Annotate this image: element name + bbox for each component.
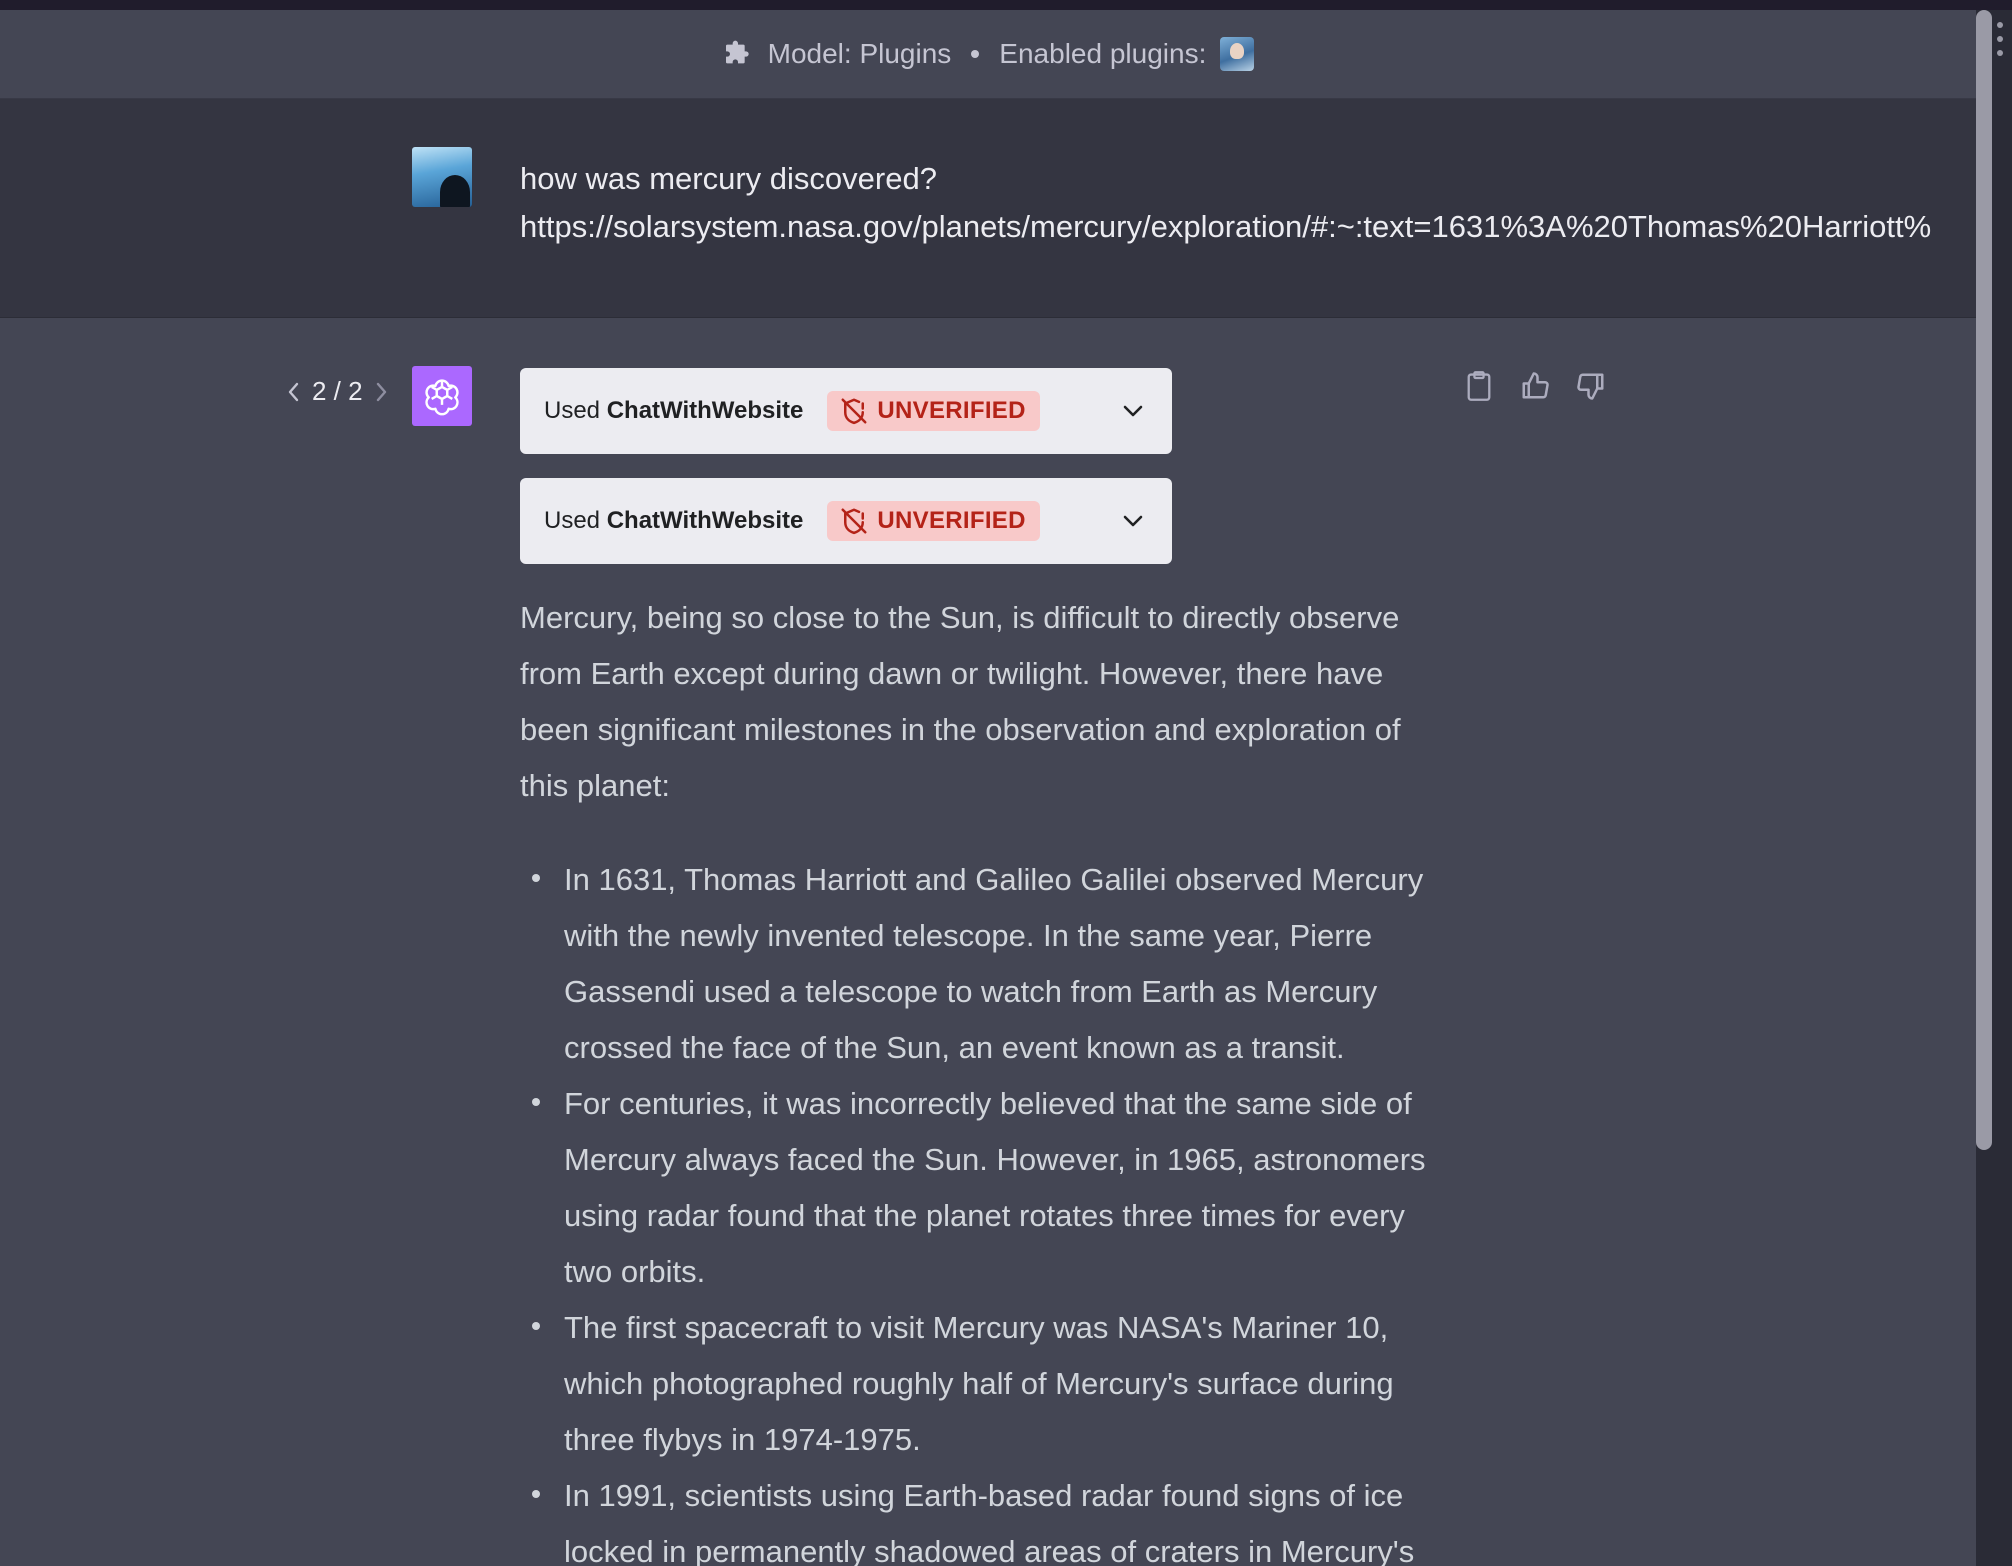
clipboard-icon[interactable] <box>1464 370 1494 402</box>
more-options-icon[interactable] <box>1996 22 2004 56</box>
pager-count: 2 / 2 <box>312 376 363 406</box>
model-label: Model: Plugins <box>767 38 952 69</box>
list-item: For centuries, it was incorrectly believ… <box>520 1076 1440 1300</box>
plugin-call-label: Used ChatWithWebsite <box>544 507 803 535</box>
user-message-line: how was mercury discovered? <box>520 161 937 196</box>
answer-list: In 1631, Thomas Harriott and Galileo Gal… <box>520 852 1440 1566</box>
used-prefix: Used <box>544 507 601 534</box>
bullet-icon <box>532 1490 540 1498</box>
plugin-call-label: Used ChatWithWebsite <box>544 397 803 425</box>
badge-text: UNVERIFIED <box>877 397 1026 424</box>
response-pager: 2 / 2 <box>284 376 391 407</box>
badge-text: UNVERIFIED <box>877 507 1026 534</box>
scrollbar-thumb[interactable] <box>1976 10 1992 1150</box>
user-message-text: how was mercury discovered? https://sola… <box>520 155 1980 251</box>
assistant-message: 2 / 2 Used ChatWithWebsite UNVERIFIED Us… <box>0 318 1976 1566</box>
user-avatar <box>412 147 472 207</box>
chevron-left-icon[interactable] <box>284 380 302 404</box>
bullet-icon <box>532 1098 540 1106</box>
bullet-icon <box>532 874 540 882</box>
list-item: The first spacecraft to visit Mercury wa… <box>520 1300 1440 1468</box>
message-actions <box>1464 370 1606 402</box>
plugin-avatar[interactable] <box>1220 37 1255 71</box>
separator-dot <box>971 50 980 58</box>
list-item: In 1991, scientists using Earth-based ra… <box>520 1468 1440 1566</box>
openai-logo-icon <box>412 366 472 426</box>
plugin-name: ChatWithWebsite <box>606 397 804 424</box>
enabled-plugins-label: Enabled plugins: <box>999 38 1207 69</box>
bullet-icon <box>532 1322 540 1330</box>
shield-off-icon <box>839 396 869 426</box>
assistant-answer: Mercury, being so close to the Sun, is d… <box>520 590 1440 1566</box>
user-message-url: https://solarsystem.nasa.gov/planets/mer… <box>520 209 1932 244</box>
window-top-strip <box>0 0 2012 10</box>
chevron-down-icon[interactable] <box>1118 506 1148 536</box>
unverified-badge: UNVERIFIED <box>827 501 1040 541</box>
chat-window: Model: Plugins Enabled plugins: how was … <box>0 0 2012 1566</box>
user-message: how was mercury discovered? https://sola… <box>0 99 1976 318</box>
used-prefix: Used <box>544 397 601 424</box>
plugin-call-card[interactable]: Used ChatWithWebsite UNVERIFIED <box>520 478 1172 564</box>
thumbs-down-icon[interactable] <box>1576 370 1606 402</box>
thumbs-up-icon[interactable] <box>1520 370 1550 402</box>
chevron-down-icon[interactable] <box>1118 396 1148 426</box>
shield-off-icon <box>839 506 869 536</box>
puzzle-icon <box>722 38 754 70</box>
unverified-badge: UNVERIFIED <box>827 391 1040 431</box>
chevron-right-icon[interactable] <box>373 380 391 404</box>
answer-intro: Mercury, being so close to the Sun, is d… <box>520 600 1401 803</box>
model-bar: Model: Plugins Enabled plugins: <box>0 10 1976 99</box>
plugin-call-card[interactable]: Used ChatWithWebsite UNVERIFIED <box>520 368 1172 454</box>
list-item: In 1631, Thomas Harriott and Galileo Gal… <box>520 852 1440 1076</box>
plugin-name: ChatWithWebsite <box>606 507 804 534</box>
